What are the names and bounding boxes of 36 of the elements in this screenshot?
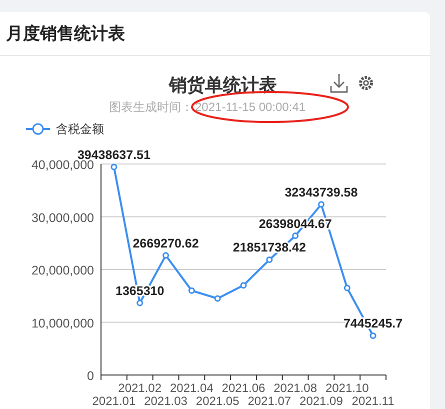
data-point [344,284,350,292]
x-tick-label: 2021.02 [118,381,162,395]
x-tick-label: 2021.03 [144,394,188,408]
data-point [162,252,170,259]
data-point [318,201,324,208]
x-tick-label: 2021.01 [92,394,136,408]
data-label: 32343739.58 [284,185,358,200]
data-point [240,282,247,289]
data-point [370,332,376,339]
x-tick-label: 2021.06 [222,381,266,395]
y-tick-label: 0 [87,369,94,383]
data-point [292,232,299,239]
legend-icon[interactable] [26,123,50,135]
x-tick-label: 2021.04 [170,381,214,395]
x-tick-label: 2021.07 [248,394,292,408]
legend-label: 含税金额 [56,122,104,136]
y-tick-label: 10,000,000 [31,316,94,330]
generated-time: 2021-11-15 00:00:41 [195,100,306,114]
data-point [188,287,195,294]
download-icon[interactable] [330,73,348,93]
y-tick-label: 30,000,000 [31,210,94,225]
subtitle-label: 图表生成时间： [109,100,193,114]
x-tick-label: 2021.05 [196,394,240,408]
data-point [214,295,221,302]
x-tick-label: 2021.11 [352,394,394,408]
settings-icon[interactable] [359,76,373,90]
data-label: 2669270.62 [132,236,199,250]
y-tick-label: 40,000,000 [31,158,94,172]
data-point [136,300,144,306]
data-point [266,256,273,263]
card-title: 月度销售统计表 [6,22,125,45]
x-tick-label: 2021.10 [325,381,369,395]
data-point [110,164,118,170]
x-tick-label: 2021.08 [274,381,318,395]
x-tick-label: 2021.09 [300,394,343,408]
y-tick-label: 20,000,000 [31,264,94,278]
